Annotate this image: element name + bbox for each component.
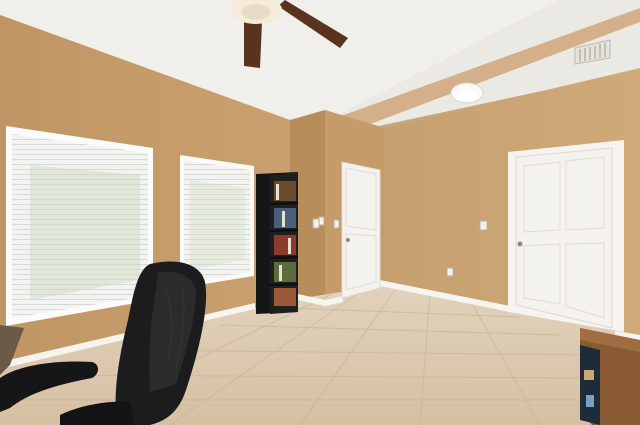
door-middle <box>341 161 381 299</box>
window-left <box>6 126 153 326</box>
door-right <box>508 140 624 332</box>
ceiling-light <box>450 82 484 104</box>
room-photo <box>0 0 640 425</box>
wooden-desk <box>580 328 640 425</box>
bookshelf <box>256 172 299 314</box>
room-illustration <box>0 0 640 425</box>
